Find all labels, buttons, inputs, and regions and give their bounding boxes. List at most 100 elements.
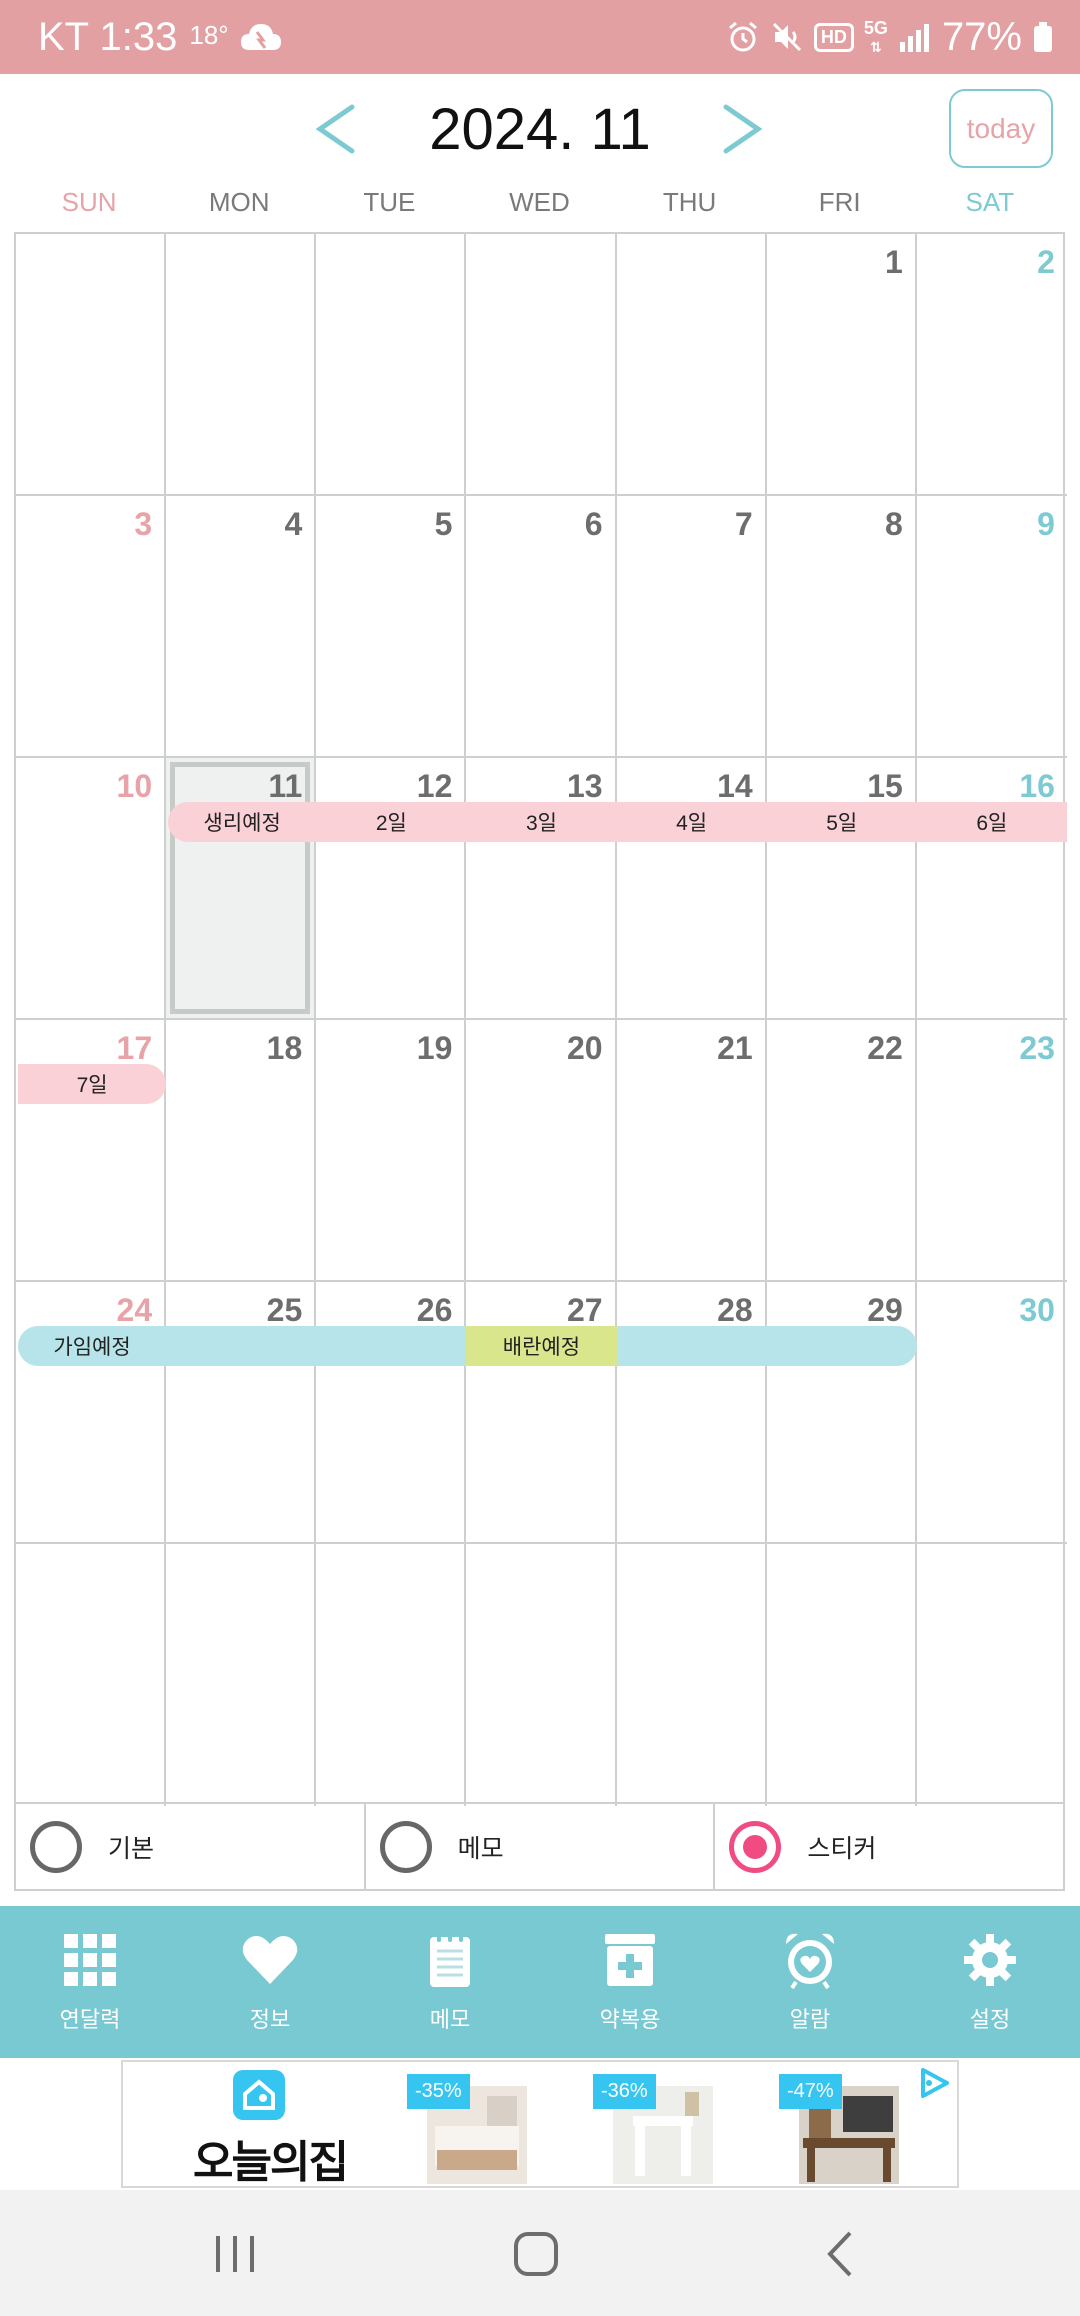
calendar-day-cell[interactable]: 12 — [316, 758, 467, 1020]
calendar-day-cell[interactable]: 23 — [916, 1020, 1067, 1282]
calendar-day-cell[interactable]: 16 — [916, 758, 1067, 1020]
mode-option-memo[interactable]: 메모 — [366, 1804, 716, 1889]
calendar-week-row: 10 11 12 13 14 15 16 — [16, 758, 1067, 1020]
fiveg-label: 5G — [863, 17, 888, 38]
calendar-day-cell[interactable]: 8 — [766, 496, 917, 758]
calendar-day-cell[interactable]: 6 — [466, 496, 617, 758]
calendar-day-cell[interactable]: 14 — [616, 758, 767, 1020]
chevron-left-icon — [315, 104, 355, 154]
calendar-day-cell[interactable] — [166, 234, 317, 496]
nav-info[interactable]: 정보 — [180, 1906, 360, 2058]
calendar-day-cell[interactable]: 7 — [616, 496, 767, 758]
calendar-week-row: 3 4 5 6 7 8 9 — [16, 496, 1067, 758]
day-number: 27 — [566, 1292, 603, 1328]
calendar-day-cell[interactable] — [617, 1544, 767, 1806]
calendar-day-cell[interactable]: 13 — [466, 758, 617, 1020]
event-band-segment: 7일 — [18, 1064, 167, 1104]
calendar-day-cell[interactable]: 20 — [466, 1020, 617, 1282]
weather-cloud-icon — [239, 20, 283, 54]
calendar-day-cell[interactable] — [767, 1544, 917, 1806]
calendar-week-row: 24 25 26 27 28 29 30 — [16, 1282, 1067, 1544]
calendar-day-cell[interactable] — [166, 1544, 317, 1806]
calendar-day-cell[interactable]: 2 — [916, 234, 1067, 496]
day-number: 16 — [1019, 768, 1055, 804]
period-band[interactable]: 생리예정 2일 3일 4일 5일 6일 — [168, 802, 1067, 842]
home-button[interactable] — [496, 2222, 576, 2286]
calendar-day-cell[interactable]: 17 — [16, 1020, 167, 1282]
nav-memo[interactable]: 메모 — [360, 1906, 540, 2058]
calendar-week-row: 17 18 19 20 21 22 23 — [16, 1020, 1067, 1282]
nav-label: 연달력 — [59, 2007, 121, 2032]
calendar-day-cell[interactable]: 22 — [766, 1020, 917, 1282]
calendar-day-cell[interactable] — [466, 1544, 617, 1806]
nav-year-calendar[interactable]: 연달력 — [0, 1906, 180, 2058]
day-number: 21 — [717, 1030, 753, 1066]
prev-month-button[interactable] — [302, 94, 372, 164]
calendar-day-cell[interactable]: 21 — [616, 1020, 767, 1282]
temperature: 18° — [189, 19, 229, 50]
calendar-day-cell[interactable]: 29 — [766, 1282, 917, 1544]
recent-apps-button[interactable] — [195, 2222, 275, 2286]
day-number: 1 — [885, 244, 903, 280]
ad-banner[interactable]: 오늘의집 -35% -36% -47% — [121, 2060, 959, 2188]
calendar-day-cell[interactable]: 5 — [316, 496, 467, 758]
calendar-day-cell[interactable] — [616, 234, 767, 496]
calendar-day-cell[interactable]: 11 — [166, 758, 317, 1020]
radio-memo[interactable] — [379, 1820, 432, 1873]
radio-basic[interactable] — [30, 1820, 82, 1873]
calendar-day-cell[interactable]: 9 — [916, 496, 1067, 758]
day-number: 8 — [885, 506, 903, 542]
calendar-day-cell[interactable]: 15 — [766, 758, 917, 1020]
next-month-button[interactable] — [706, 94, 776, 164]
day-number: 17 — [116, 1030, 153, 1066]
calendar-day-cell[interactable] — [16, 234, 167, 496]
calendar-day-cell[interactable] — [917, 1544, 1067, 1806]
ad-product-1[interactable]: -35% — [407, 2074, 527, 2184]
nav-medicine[interactable]: 약복용 — [540, 1906, 720, 2058]
back-button[interactable] — [800, 2222, 880, 2286]
mode-option-sticker[interactable]: 스티커 — [715, 1804, 1063, 1889]
today-button[interactable]: today — [949, 89, 1053, 168]
calendar-day-cell[interactable] — [16, 1544, 167, 1806]
calendar-day-cell[interactable]: 10 — [16, 758, 167, 1020]
calendar-week-row — [16, 1544, 1063, 1806]
event-band-segment: 생리예정 — [168, 802, 317, 842]
mode-option-basic[interactable]: 기본 — [16, 1804, 366, 1889]
ad-product-3[interactable]: -47% — [779, 2074, 899, 2184]
event-band-segment: 4일 — [616, 802, 767, 842]
calendar-day-cell[interactable]: 24 — [16, 1282, 167, 1544]
calendar-day-cell[interactable]: 30 — [916, 1282, 1067, 1544]
day-number: 19 — [416, 1030, 453, 1066]
calendar-day-cell[interactable]: 19 — [316, 1020, 467, 1282]
notepad-icon — [428, 1930, 472, 1990]
signal-icon — [898, 22, 932, 52]
ad-product-2[interactable]: -36% — [593, 2074, 713, 2184]
calendar-day-cell[interactable]: 4 — [166, 496, 317, 758]
calendar-day-cell[interactable]: 26 — [316, 1282, 467, 1544]
ad-brand: 오늘의집 — [193, 2138, 349, 2187]
radio-sticker[interactable] — [729, 1820, 782, 1873]
calendar-day-cell[interactable]: 28 — [616, 1282, 767, 1544]
weekday-sun: SUN — [61, 187, 117, 217]
day-number: 30 — [1019, 1292, 1055, 1328]
nav-alarm[interactable]: 알람 — [720, 1906, 900, 2058]
calendar-day-cell[interactable] — [316, 234, 467, 496]
adchoices-icon[interactable] — [917, 2066, 951, 2105]
fertile-band[interactable]: 가임예정 배란예정 — [18, 1326, 917, 1366]
period-band-continued[interactable]: 7일 — [18, 1064, 167, 1104]
calendar-day-cell[interactable] — [466, 234, 617, 496]
nav-settings[interactable]: 설정 — [900, 1906, 1080, 2058]
event-band-segment — [616, 1326, 767, 1366]
bottom-nav: 연달력 정보 메모 약복용 알람 설정 — [0, 1906, 1080, 2058]
day-number: 26 — [416, 1292, 453, 1328]
calendar-day-cell[interactable]: 27 — [466, 1282, 617, 1544]
calendar-day-cell[interactable]: 3 — [16, 496, 167, 758]
alarm-icon — [726, 20, 760, 54]
calendar-day-cell[interactable] — [316, 1544, 467, 1806]
calendar-day-cell[interactable]: 18 — [166, 1020, 317, 1282]
house-logo-icon — [233, 2070, 285, 2120]
calendar-day-cell[interactable]: 25 — [166, 1282, 317, 1544]
mode-selector: 기본 메모 스티커 — [14, 1804, 1065, 1891]
day-number: 15 — [867, 768, 903, 804]
calendar-day-cell[interactable]: 1 — [766, 234, 917, 496]
